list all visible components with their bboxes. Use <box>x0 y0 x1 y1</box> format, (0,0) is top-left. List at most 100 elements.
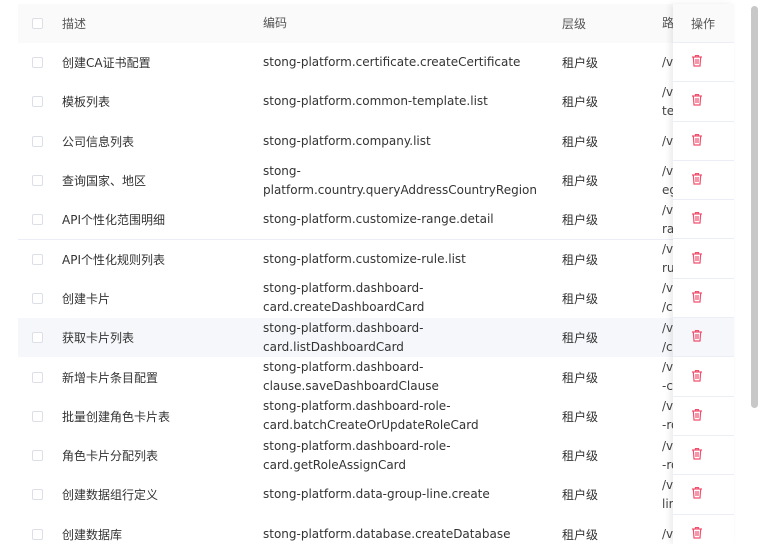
row-level: 租户级 <box>562 134 599 149</box>
row-code: stong-platform.database.createDatabase <box>263 526 511 541</box>
table-row[interactable]: 模板列表 stong-platform.common-template.list 租… <box>18 82 734 123</box>
delete-button[interactable] <box>691 526 703 542</box>
row-checkbox[interactable] <box>32 253 43 265</box>
table-row[interactable]: 获取卡片列表 stong-platform.dashboard- card.lis… <box>18 318 734 359</box>
row-code: stong- platform.country.queryAddressCoun… <box>263 163 537 197</box>
column-header-code[interactable]: 编码 <box>263 4 553 43</box>
column-header-level[interactable]: 层级 <box>562 4 642 43</box>
trash-icon <box>692 487 702 500</box>
trash-icon <box>692 330 702 342</box>
delete-button[interactable] <box>691 172 703 188</box>
row-code: stong-platform.company.list <box>263 133 431 148</box>
row-checkbox-cell <box>32 43 44 82</box>
row-description: 公司信息列表 <box>62 134 135 149</box>
trash-icon <box>692 212 702 224</box>
vertical-scrollbar[interactable] <box>751 6 758 408</box>
row-checkbox[interactable] <box>32 371 43 383</box>
table-row[interactable]: 批量创建角色卡片表 stong-platform.dashboard-role- … <box>18 396 734 437</box>
delete-button[interactable] <box>691 211 703 227</box>
row-action-cell <box>673 357 734 397</box>
row-checkbox-cell <box>32 82 44 121</box>
row-checkbox[interactable] <box>32 489 43 501</box>
row-checkbox[interactable] <box>32 332 43 344</box>
row-code-cell: stong-platform.database.createDatabase <box>263 515 553 544</box>
row-description: 创建数据组行定义 <box>62 488 159 503</box>
row-description: 创建卡片 <box>62 291 111 306</box>
table-row[interactable]: 新增卡片条目配置 stong-platform.dashboard- clause… <box>18 357 734 398</box>
delete-button[interactable] <box>691 251 703 267</box>
trash-icon <box>692 55 702 67</box>
row-code: stong-platform.data-group-line.create <box>263 487 490 502</box>
delete-button[interactable] <box>691 447 703 463</box>
row-code-cell: stong-platform.certificate.createCertifi… <box>263 43 553 82</box>
row-code-cell: stong-platform.dashboard- clause.saveDas… <box>263 357 553 396</box>
column-header-description[interactable]: 描述 <box>62 4 252 43</box>
row-checkbox[interactable] <box>32 528 43 540</box>
delete-button[interactable] <box>691 408 703 424</box>
row-code-cell: stong-platform.company.list <box>263 122 553 161</box>
row-action-cell <box>673 82 734 122</box>
row-code-cell: stong- platform.country.queryAddressCoun… <box>263 161 553 200</box>
trash-icon <box>692 448 702 460</box>
row-checkbox[interactable] <box>32 175 43 187</box>
row-checkbox-cell <box>32 161 44 200</box>
trash-icon <box>692 369 702 382</box>
delete-button[interactable] <box>691 54 703 70</box>
table-row[interactable]: 创建卡片 stong-platform.dashboard- card.creat… <box>18 278 734 320</box>
select-all-checkbox[interactable] <box>32 18 43 29</box>
table-row[interactable]: 查询国家、地区 stong- platform.country.queryAddr… <box>18 160 734 202</box>
trash-icon <box>692 408 702 421</box>
table-row[interactable]: 创建CA证书配置 stong-platform.certificate.creat… <box>18 43 734 84</box>
row-code: stong-platform.customize-range.detail <box>263 212 494 227</box>
table-row[interactable]: 角色卡片分配列表 stong-platform.dashboard-role- c… <box>18 436 734 477</box>
row-code-cell: stong-platform.dashboard- card.createDas… <box>263 279 553 318</box>
row-action-cell <box>673 318 734 358</box>
table-row[interactable]: 创建数据组行定义 stong-platform.data-group-line.c… <box>18 475 734 516</box>
table-row[interactable]: API个性化范围明细 stong-platform.customize-range… <box>18 200 734 241</box>
row-description: 批量创建角色卡片表 <box>62 409 171 424</box>
row-level: 租户级 <box>562 527 599 542</box>
row-action-cell <box>673 397 734 436</box>
row-description: 新增卡片条目配置 <box>62 370 159 385</box>
row-checkbox[interactable] <box>32 57 43 69</box>
delete-button[interactable] <box>691 369 703 385</box>
row-level: 租户级 <box>562 174 599 189</box>
row-checkbox[interactable] <box>32 96 43 108</box>
row-level: 租户级 <box>562 95 599 110</box>
row-checkbox[interactable] <box>32 450 43 462</box>
table-row[interactable]: 公司信息列表 stong-platform.company.list 租户级/v <box>18 121 734 162</box>
trash-icon <box>692 526 702 539</box>
table-row[interactable]: API个性化规则列表 stong-platform.customize-rule.… <box>18 239 734 280</box>
row-checkbox-cell <box>32 122 44 161</box>
row-checkbox[interactable] <box>32 214 43 226</box>
row-level: 租户级 <box>562 331 599 346</box>
row-level: 租户级 <box>562 449 599 464</box>
trash-icon <box>692 173 702 185</box>
delete-button[interactable] <box>691 290 703 306</box>
table-row[interactable]: 创建数据库 stong-platform.database.createDatab… <box>18 514 734 544</box>
row-checkbox[interactable] <box>32 135 43 147</box>
row-code: stong-platform.common-template.list <box>263 94 488 109</box>
row-code-cell: stong-platform.customize-range.detail <box>263 200 553 239</box>
delete-button[interactable] <box>691 133 703 149</box>
trash-icon <box>692 133 702 146</box>
row-action-cell <box>673 240 734 279</box>
row-code: stong-platform.dashboard-role- card.getR… <box>263 438 451 472</box>
delete-button[interactable] <box>691 93 703 109</box>
row-code-cell: stong-platform.dashboard- card.listDashb… <box>263 318 553 357</box>
row-checkbox-cell <box>32 279 44 318</box>
row-level: 租户级 <box>562 213 599 228</box>
row-level: 租户级 <box>562 252 599 267</box>
row-checkbox-cell <box>32 436 44 475</box>
trash-icon <box>692 290 702 303</box>
row-checkbox[interactable] <box>32 292 43 304</box>
row-level: 租户级 <box>562 56 599 71</box>
row-description: API个性化范围明细 <box>62 213 165 228</box>
row-action-cell <box>673 475 734 515</box>
row-checkbox[interactable] <box>32 410 43 422</box>
delete-button[interactable] <box>691 329 703 345</box>
row-level: 租户级 <box>562 291 599 306</box>
delete-button[interactable] <box>691 486 703 502</box>
row-code: stong-platform.certificate.createCertifi… <box>263 55 521 70</box>
row-level: 租户级 <box>562 370 599 385</box>
